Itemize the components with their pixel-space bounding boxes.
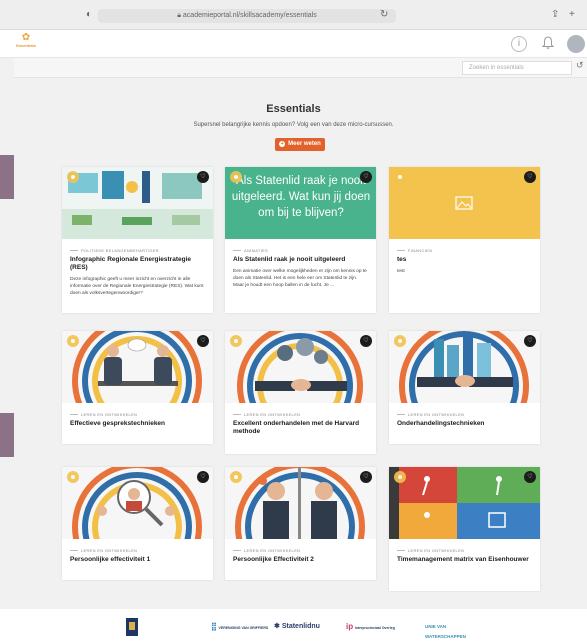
- heart-icon[interactable]: ♡: [360, 171, 372, 183]
- course-type-icon: [230, 335, 242, 347]
- card-category: ANIMATIES: [233, 248, 368, 253]
- card-title: Persoonlijke Effectiviteit 2: [233, 556, 314, 563]
- info-icon[interactable]: i: [511, 36, 527, 52]
- page-lead: Supersnel belangrijke kennis opdoen? Vol…: [193, 122, 394, 128]
- card-title: Infographic Regionale Energiestrategie (…: [70, 256, 191, 271]
- heart-icon[interactable]: ♡: [524, 471, 536, 483]
- share-icon[interactable]: ⇪: [551, 8, 559, 22]
- page-title: Essentials: [266, 103, 321, 115]
- course-card[interactable]: ♡ LEREN EN ONTWIKKELEN Persoonlijke effe…: [62, 467, 213, 580]
- reload-icon[interactable]: ↻: [380, 8, 388, 22]
- card-title: Effectieve gesprekstechnieken: [70, 420, 166, 427]
- dots-icon: ⣿: [211, 622, 217, 631]
- course-card[interactable]: ♡ FINANCIEN tes test: [389, 167, 540, 313]
- app-header: ✿ Essentials i: [0, 30, 587, 58]
- new-tab-icon[interactable]: +: [569, 8, 575, 22]
- more-info-button[interactable]: + Meer weten: [275, 138, 325, 151]
- thumbnail-text: Als Statenlid raak je nooit uitgeleerd. …: [231, 175, 371, 219]
- partner-logo[interactable]: UNIE VAN WATERSCHAPPEN: [425, 622, 485, 642]
- card-thumbnail: ♡: [62, 167, 213, 239]
- card-thumbnail: ♡: [225, 467, 376, 539]
- heart-icon[interactable]: ♡: [197, 171, 209, 183]
- course-type-icon: [394, 471, 406, 483]
- heart-icon[interactable]: ♡: [524, 171, 536, 183]
- sub-toolbar: Zoeken in essentials ↺: [14, 58, 587, 78]
- card-title: Timemanagement matrix van Eisenhouwer: [397, 556, 529, 563]
- card-title: Als Statenlid raak je nooit uitgeleerd: [233, 256, 346, 263]
- heart-icon[interactable]: ♡: [360, 471, 372, 483]
- figure-icon: ✱: [274, 623, 280, 630]
- plus-icon: +: [279, 141, 286, 147]
- card-description: Deze infographic geeft u meer inzicht en…: [70, 277, 204, 296]
- card-category: LEREN EN ONTWIKKELEN: [397, 548, 532, 553]
- heart-icon[interactable]: ♡: [197, 335, 209, 347]
- side-marker: [0, 155, 14, 199]
- browser-toolbar: ◐ 🔒︎ academieportal.nl/skillsacademy/ess…: [0, 0, 587, 30]
- card-thumbnail: ♡: [389, 167, 540, 239]
- card-category: LEREN EN ONTWIKKELEN: [70, 548, 205, 553]
- card-category: POLITIEKE BELANGENBEHARTIGER: [70, 248, 205, 253]
- refresh-icon[interactable]: ↺: [576, 60, 584, 71]
- card-thumbnail: ♡: [389, 331, 540, 403]
- user-avatar[interactable]: [567, 35, 585, 53]
- card-category: LEREN EN ONTWIKKELEN: [233, 548, 368, 553]
- card-description: Een animatie over welke mogelijkheden er…: [233, 269, 367, 288]
- course-type-icon: [394, 335, 406, 347]
- course-card[interactable]: ♡ LEREN EN ONTWIKKELEN Persoonlijke Effe…: [225, 467, 376, 580]
- ipo-icon: ip: [346, 622, 354, 631]
- course-type-icon: [67, 171, 79, 183]
- flower-icon: ✿: [21, 32, 31, 43]
- bell-icon[interactable]: [540, 36, 556, 52]
- partner-logo[interactable]: ip Interprovinciaal Overleg: [346, 622, 395, 633]
- search-input[interactable]: Zoeken in essentials: [462, 61, 572, 75]
- course-card[interactable]: Als Statenlid raak je nooit uitgeleerd. …: [225, 167, 376, 313]
- heart-icon[interactable]: ♡: [197, 471, 209, 483]
- card-category: FINANCIEN: [397, 248, 532, 253]
- partner-logo[interactable]: ✱ Statenlidnu: [274, 622, 320, 632]
- card-category: LEREN EN ONTWIKKELEN: [233, 412, 368, 417]
- card-title: Onderhandelingstechnieken: [397, 420, 485, 427]
- card-thumbnail: ♡: [225, 331, 376, 403]
- card-category: LEREN EN ONTWIKKELEN: [70, 412, 205, 417]
- course-type-icon: [230, 171, 242, 183]
- province-logo[interactable]: [126, 618, 166, 640]
- course-card[interactable]: ♡ LEREN EN ONTWIKKELEN Onderhandelingste…: [389, 331, 540, 444]
- course-type-icon: [67, 471, 79, 483]
- card-title: Excellent onderhandelen met de Harvard m…: [233, 420, 360, 435]
- card-thumbnail: Als Statenlid raak je nooit uitgeleerd. …: [225, 167, 376, 239]
- course-card[interactable]: ♡ LEREN EN ONTWIKKELEN Excellent onderha…: [225, 331, 376, 454]
- heart-icon[interactable]: ♡: [360, 335, 372, 347]
- card-thumbnail: ♡: [62, 331, 213, 403]
- privacy-shield-icon[interactable]: ◐: [86, 8, 92, 22]
- partner-footer: ⣿ VERENIGING VAN GRIFFIERS ✱ Statenlidnu…: [0, 609, 587, 644]
- course-card[interactable]: ♡ POLITIEKE BELANGENBEHARTIGER Infograph…: [62, 167, 213, 313]
- course-card[interactable]: ♡ LEREN EN ONTWIKKELEN Timemanagement ma…: [389, 467, 540, 591]
- url-text: academieportal.nl/skillsacademy/essentia…: [182, 12, 317, 19]
- partner-logo[interactable]: ⣿ VERENIGING VAN GRIFFIERS: [211, 622, 268, 633]
- card-category: LEREN EN ONTWIKKELEN: [397, 412, 532, 417]
- essentials-logo[interactable]: ✿ Essentials: [14, 32, 38, 49]
- course-card[interactable]: ♡ LEREN EN ONTWIKKELEN Effectieve gespre…: [62, 331, 213, 444]
- course-type-icon: [394, 171, 406, 183]
- card-title: tes: [397, 256, 407, 263]
- card-thumbnail: ♡: [389, 467, 540, 539]
- card-description: test: [397, 269, 405, 274]
- card-thumbnail: ♡: [62, 467, 213, 539]
- course-type-icon: [230, 471, 242, 483]
- heart-icon[interactable]: ♡: [524, 335, 536, 347]
- address-bar[interactable]: 🔒︎ academieportal.nl/skillsacademy/essen…: [98, 9, 396, 23]
- side-marker: [0, 413, 14, 457]
- course-type-icon: [67, 335, 79, 347]
- card-title: Persoonlijke effectiviteit 1: [70, 556, 151, 563]
